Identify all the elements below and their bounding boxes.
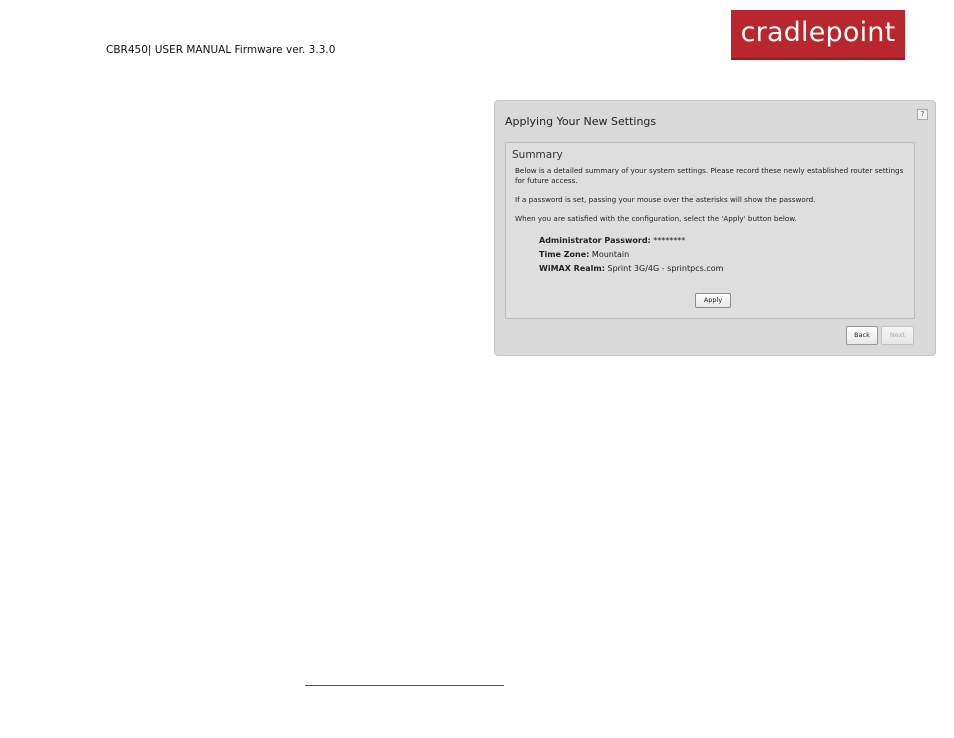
dialog-title: Applying Your New Settings xyxy=(505,115,657,128)
summary-title: Summary xyxy=(512,149,563,161)
back-button[interactable]: Back xyxy=(846,326,878,345)
setting-wimax-realm: WiMAX Realm: Sprint 3G/4G - sprintpcs.co… xyxy=(539,264,723,273)
help-icon[interactable]: ? xyxy=(917,109,928,120)
setting-admin-password: Administrator Password: ******** xyxy=(539,236,685,245)
cradlepoint-logo: cradlepoint xyxy=(731,10,905,60)
admin-password-value[interactable]: ******** xyxy=(653,236,685,245)
setting-label: WiMAX Realm: xyxy=(539,264,605,273)
password-hint-text: If a password is set, passing your mouse… xyxy=(515,195,816,204)
next-button[interactable]: Next xyxy=(881,326,914,345)
setting-label: Time Zone: xyxy=(539,250,590,259)
summary-intro-text: Below is a detailed summary of your syst… xyxy=(515,166,904,185)
footer-link[interactable] xyxy=(305,685,504,686)
manual-header-title: CBR450| USER MANUAL Firmware ver. 3.3.0 xyxy=(106,44,336,56)
manual-page: CBR450| USER MANUAL Firmware ver. 3.3.0 … xyxy=(0,0,954,738)
summary-panel: Summary Below is a detailed summary of y… xyxy=(505,142,915,319)
setting-time-zone: Time Zone: Mountain xyxy=(539,250,629,259)
settings-dialog: ? Applying Your New Settings Summary Bel… xyxy=(494,100,936,356)
apply-button[interactable]: Apply xyxy=(695,293,731,308)
setting-label: Administrator Password: xyxy=(539,236,651,245)
logo-text: cradlepoint xyxy=(740,17,896,48)
wimax-realm-value: Sprint 3G/4G - sprintpcs.com xyxy=(607,264,724,273)
apply-instruction-text: When you are satisfied with the configur… xyxy=(515,214,797,223)
time-zone-value: Mountain xyxy=(591,250,630,259)
